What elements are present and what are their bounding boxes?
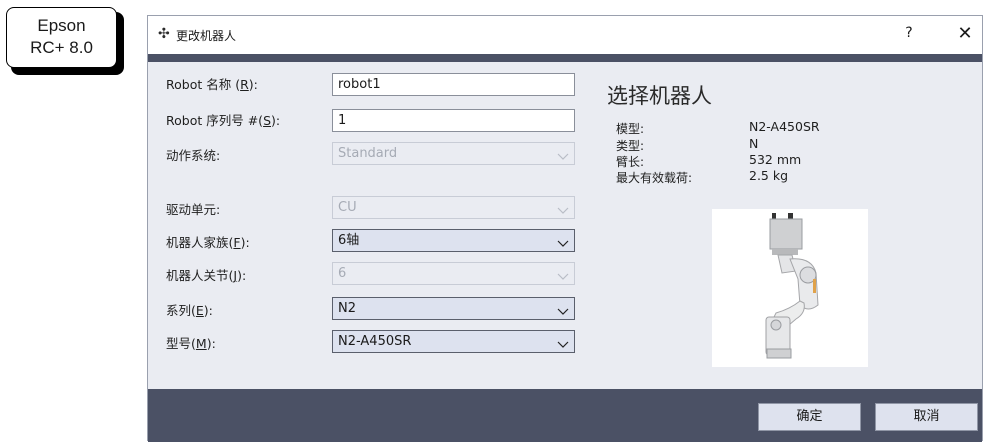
info-key-max-payload: 最大有效载荷: [616, 171, 693, 185]
title-bar[interactable]: ✣ 更改机器人 ? ✕ [148, 16, 982, 54]
drive-unit-label: 驱动单元: [166, 202, 221, 217]
model-value: N2-A450SR [338, 334, 412, 349]
drive-unit-select: CU [332, 196, 575, 219]
robot-serial-label: Robot 序列号 #(S): [166, 113, 281, 128]
badge-line-2: RC+ 8.0 [30, 38, 93, 57]
info-value-arm-length: 532 mm [749, 152, 802, 167]
info-value-max-payload: 2.5 kg [749, 168, 789, 183]
epson-version-badge: Epson RC+ 8.0 [6, 7, 126, 77]
series-select[interactable]: N2 [332, 297, 575, 320]
badge-face: Epson RC+ 8.0 [6, 7, 117, 68]
model-label: 型号(M): [166, 336, 216, 351]
header-band [148, 54, 982, 62]
dialog-title: 更改机器人 [176, 29, 237, 43]
robot-family-value: 6轴 [338, 233, 360, 248]
robot-family-select[interactable]: 6轴 [332, 229, 575, 252]
help-button[interactable]: ? [897, 25, 921, 41]
ok-button[interactable]: 确定 [758, 403, 861, 431]
robot-joints-select: 6 [332, 262, 575, 285]
robot-arm-illustration [765, 213, 819, 359]
chevron-down-icon [557, 202, 569, 214]
robot-serial-input[interactable]: 1 [332, 109, 575, 132]
series-label: 系列(E): [166, 303, 213, 318]
info-key-arm-length: 臂长: [616, 155, 645, 169]
change-robot-dialog: ✣ 更改机器人 ? ✕ Robot 名称 (R): Robot 序列号 #(S)… [147, 15, 983, 442]
select-robot-heading: 选择机器人 [607, 84, 712, 108]
chevron-down-icon [557, 235, 569, 247]
cancel-button[interactable]: 取消 [875, 403, 978, 431]
motion-system-select: Standard [332, 142, 575, 165]
robot-joints-value: 6 [338, 266, 347, 281]
robot-image [712, 209, 868, 367]
chevron-down-icon [557, 336, 569, 348]
robot-family-label: 机器人家族(F): [166, 235, 250, 250]
robot-joints-label: 机器人关节(J): [166, 268, 247, 283]
robot-name-label: Robot 名称 (R): [166, 77, 258, 92]
move-icon: ✣ [158, 26, 170, 42]
series-value: N2 [338, 301, 356, 316]
info-key-model: 模型: [616, 122, 645, 136]
motion-system-label: 动作系统: [166, 148, 221, 163]
motion-system-value: Standard [338, 146, 398, 161]
info-key-type: 类型: [616, 139, 645, 153]
badge-line-1: Epson [37, 16, 86, 35]
chevron-down-icon [557, 303, 569, 315]
close-button[interactable]: ✕ [953, 23, 977, 44]
info-value-model: N2-A450SR [749, 119, 820, 134]
robot-name-input[interactable]: robot1 [332, 73, 575, 96]
model-select[interactable]: N2-A450SR [332, 330, 575, 353]
drive-unit-value: CU [338, 200, 357, 215]
chevron-down-icon [557, 268, 569, 280]
info-value-type: N [749, 136, 759, 151]
chevron-down-icon [557, 148, 569, 160]
